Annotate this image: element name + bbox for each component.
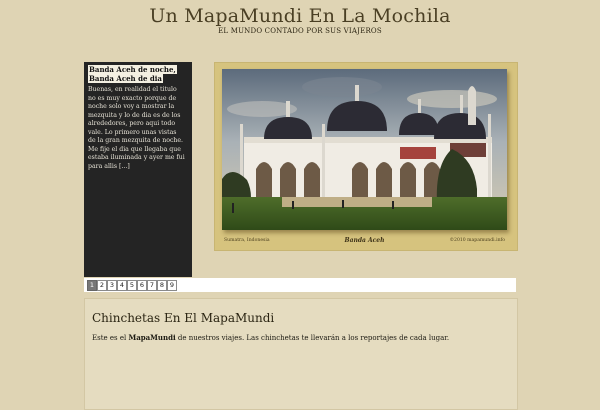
page-button-7[interactable]: 7 [147, 280, 157, 291]
map-section-intro: Este es el MapaMundi de nuestros viajes.… [92, 333, 512, 342]
featured-post-title-text[interactable]: Banda Aceh de noche, Banda Aceh de dia [88, 65, 177, 83]
page-button-8[interactable]: 8 [157, 280, 167, 291]
intro-text-before: Este es el [92, 334, 129, 342]
featured-photo-frame: Sumatra, Indonesia Banda Aceh ©2010 mapa… [214, 62, 518, 251]
site-title[interactable]: Un MapaMundi En La Mochila [0, 5, 600, 27]
page-button-9[interactable]: 9 [167, 280, 177, 291]
page-button-1[interactable]: 1 [87, 280, 97, 291]
featured-post-title[interactable]: Banda Aceh de noche, Banda Aceh de dia [88, 65, 184, 83]
mosque-photo-illustration [222, 69, 507, 230]
page-button-3[interactable]: 3 [107, 280, 117, 291]
page-button-4[interactable]: 4 [117, 280, 127, 291]
intro-text-bold: MapaMundi [128, 333, 176, 342]
featured-slider: Banda Aceh de noche, Banda Aceh de dia B… [84, 62, 518, 277]
map-section: Chinchetas En El MapaMundi Este es el Ma… [84, 298, 518, 410]
slider-pagination: 1 2 3 4 5 6 7 8 9 [84, 278, 516, 292]
map-section-heading: Chinchetas En El MapaMundi [92, 311, 275, 325]
featured-photo-mosque[interactable] [222, 69, 507, 230]
page-button-6[interactable]: 6 [137, 280, 147, 291]
featured-excerpt-panel: Banda Aceh de noche, Banda Aceh de dia B… [84, 62, 192, 277]
page-button-2[interactable]: 2 [97, 280, 107, 291]
photo-caption: Sumatra, Indonesia Banda Aceh ©2010 mapa… [222, 237, 507, 246]
page-button-5[interactable]: 5 [127, 280, 137, 291]
intro-text-after: de nuestros viajes. Las chinchetas te ll… [175, 334, 450, 342]
featured-post-excerpt: Buenas, en realidad el titulo no es muy … [88, 86, 185, 170]
caption-copyright: ©2010 mapamundi.info [449, 238, 505, 243]
site-tagline: EL MUNDO CONTADO POR SUS VIAJEROS [218, 27, 382, 35]
